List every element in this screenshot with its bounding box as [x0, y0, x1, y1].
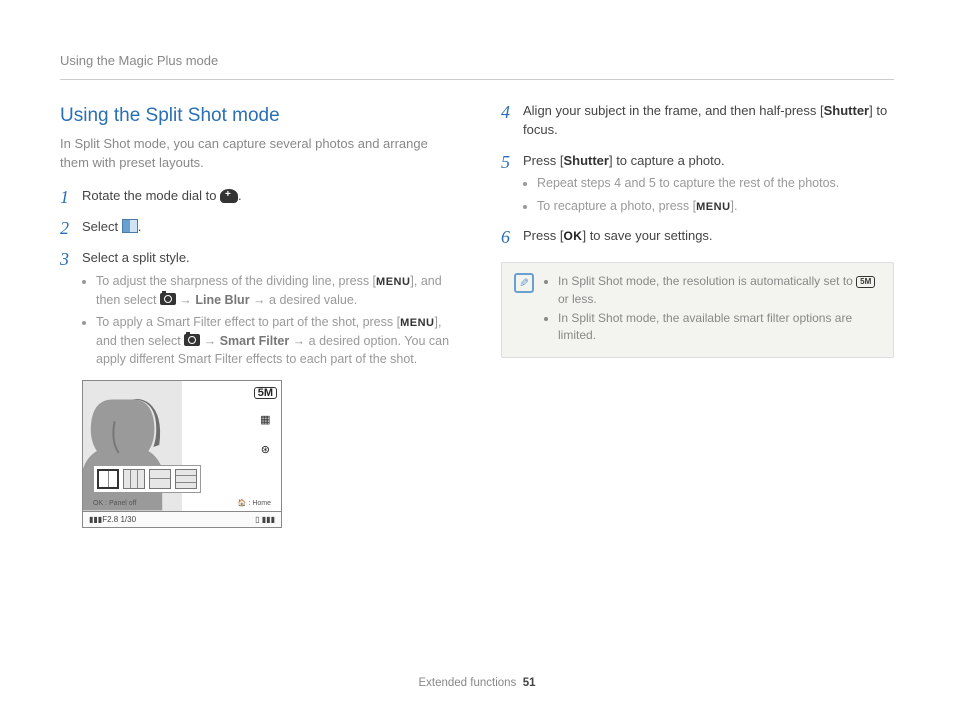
page-number: 51: [523, 677, 536, 689]
step-text: Rotate the mode dial to: [82, 188, 220, 203]
note-1: In Split Shot mode, the resolution is au…: [558, 273, 881, 308]
layout-v2: [97, 469, 119, 489]
quality-icon: ▦: [260, 413, 270, 429]
menu-label: MENU: [400, 317, 434, 329]
hint-row: OK : Panel off 🏠 : Home: [93, 499, 271, 509]
step-3-bullet-1: To adjust the sharpness of the dividing …: [96, 272, 453, 309]
arrow: →: [289, 334, 308, 348]
side-status-icons: 5M ▦ ⊛: [254, 387, 277, 459]
t: Align your subject in the frame, and the…: [523, 103, 824, 118]
breadcrumb: Using the Magic Plus mode: [60, 52, 894, 71]
shutter-label: Shutter: [824, 103, 870, 118]
step-text-post: .: [138, 219, 142, 234]
t: Press [: [523, 228, 563, 243]
t: ] to save your settings.: [582, 228, 712, 243]
step-number: 2: [60, 215, 69, 241]
t: a desired value.: [269, 293, 357, 307]
t: Press [: [523, 153, 563, 168]
arrow: →: [250, 293, 269, 307]
step-5-sub2: To recapture a photo, press [MENU].: [537, 197, 894, 216]
shutter-label: Shutter: [563, 153, 609, 168]
page-footer: Extended functions 51: [0, 675, 954, 692]
resolution-icon: 5M: [856, 276, 875, 288]
t: To recapture a photo, press [: [537, 199, 696, 213]
split-shot-icon: [122, 219, 138, 233]
step-number: 3: [60, 246, 69, 272]
t: ] to capture a photo.: [609, 153, 725, 168]
note-2: In Split Shot mode, the available smart …: [558, 310, 881, 345]
menu-label: MENU: [376, 276, 410, 288]
t: or less.: [558, 292, 597, 306]
step-number: 6: [501, 224, 510, 250]
battery-left-icon: ▮▮▮: [89, 514, 102, 526]
magic-plus-icon: [220, 189, 238, 203]
t: In Split Shot mode, the resolution is au…: [558, 274, 856, 288]
step-number: 5: [501, 149, 510, 175]
step-text: Select a split style.: [82, 250, 190, 265]
note-icon: [514, 273, 534, 293]
layout-v3: [123, 469, 145, 489]
step-3: 3 Select a split style. To adjust the sh…: [60, 249, 453, 368]
step-4: 4 Align your subject in the frame, and t…: [501, 102, 894, 140]
arrow: →: [200, 334, 219, 348]
layout-h2: [149, 469, 171, 489]
t: To adjust the sharpness of the dividing …: [96, 274, 376, 288]
camera-screen-illustration: 5M ▦ ⊛ OK : Panel off 🏠 : Home: [82, 380, 282, 528]
right-column: 4 Align your subject in the frame, and t…: [501, 102, 894, 528]
step-text: Select: [82, 219, 122, 234]
camera-icon: [160, 293, 176, 305]
illus-status-bar: ▮▮▮ F2.8 1/30 ▯ ▮▮▮: [83, 511, 281, 527]
resolution-icon: 5M: [254, 387, 277, 399]
intro-text: In Split Shot mode, you can capture seve…: [60, 135, 453, 173]
t: ].: [731, 199, 738, 213]
left-column: Using the Split Shot mode In Split Shot …: [60, 102, 453, 528]
arrow: →: [176, 293, 195, 307]
step-text-post: .: [238, 188, 242, 203]
step-3-bullet-2: To apply a Smart Filter effect to part o…: [96, 313, 453, 368]
t: To apply a Smart Filter effect to part o…: [96, 315, 400, 329]
step-5-sub1: Repeat steps 4 and 5 to capture the rest…: [537, 174, 894, 192]
step-number: 1: [60, 184, 69, 210]
step-number: 4: [501, 99, 510, 125]
line-blur-label: Line Blur: [195, 293, 249, 307]
layout-options: [93, 465, 201, 493]
footer-section: Extended functions: [418, 677, 516, 689]
note-box: In Split Shot mode, the resolution is au…: [501, 262, 894, 358]
hint-home: 🏠 : Home: [238, 499, 271, 509]
camera-icon: [184, 334, 200, 346]
ok-label: OK: [563, 229, 582, 243]
step-6: 6 Press [OK] to save your settings.: [501, 227, 894, 246]
menu-label: MENU: [696, 201, 730, 213]
layout-h3: [175, 469, 197, 489]
hint-ok: OK : Panel off: [93, 499, 136, 509]
step-5: 5 Press [Shutter] to capture a photo. Re…: [501, 152, 894, 216]
step-2: 2 Select .: [60, 218, 453, 237]
divider: [60, 79, 894, 80]
step-1: 1 Rotate the mode dial to .: [60, 187, 453, 206]
smart-filter-label: Smart Filter: [220, 334, 289, 348]
storage-icon: ▯ ▮▮▮: [255, 514, 275, 526]
flash-icon: ⊛: [261, 443, 270, 459]
exposure-readout: F2.8 1/30: [102, 514, 136, 526]
section-title: Using the Split Shot mode: [60, 102, 453, 130]
